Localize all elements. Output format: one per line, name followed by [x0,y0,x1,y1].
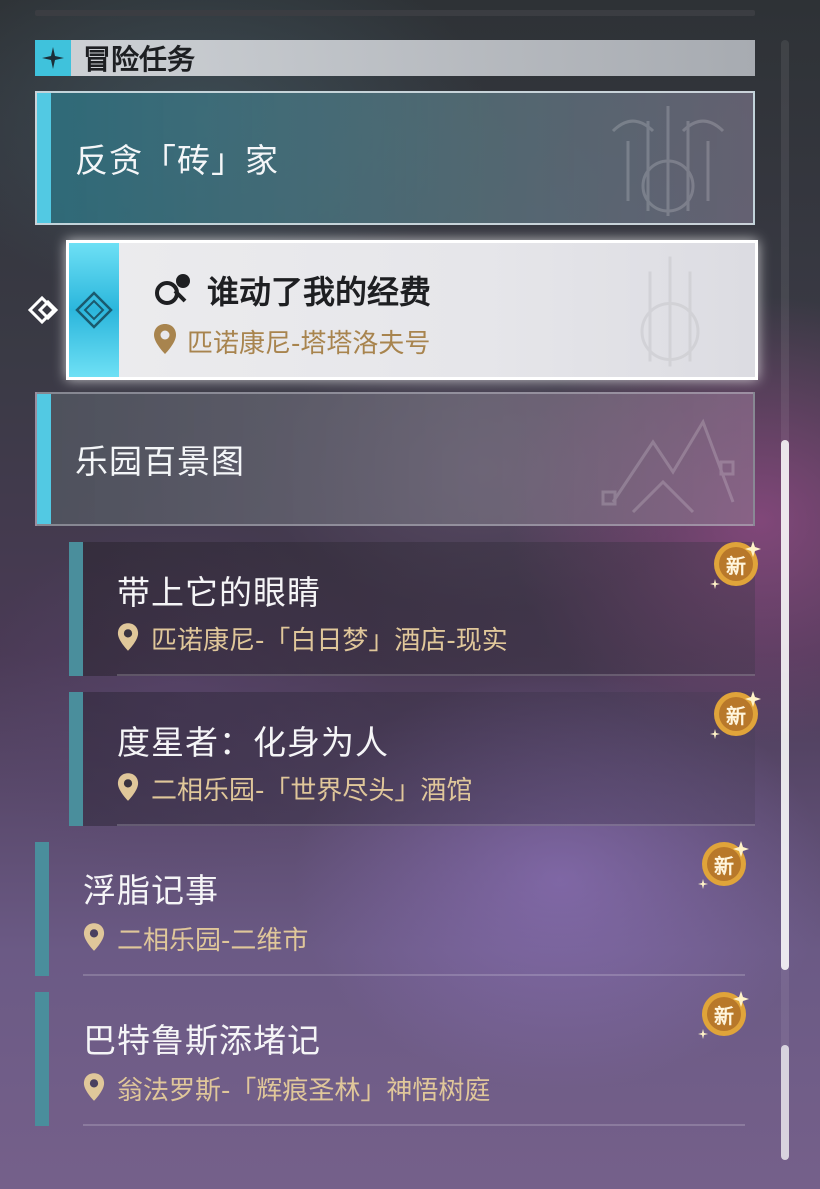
badge-label: 新 [714,1003,734,1028]
category-label: 反贪「砖」家 [75,141,279,180]
quest-item[interactable]: 度星者：化身为人 二相乐园-「世界尽头」酒馆 [69,692,755,826]
location-pin-icon [83,1072,105,1106]
quest-location: 匹诺康尼-「白日梦」酒店-现实 [151,626,508,656]
badge-label: 新 [726,703,746,728]
section-title: 冒险任务 [83,43,196,76]
ornament-icon [640,256,700,367]
quest-location: 二相乐园-「世界尽头」酒馆 [151,776,473,806]
quest-accent-bar [69,542,83,676]
quest-accent-bar [35,842,49,976]
category-row[interactable]: 乐园百景图 [35,392,755,526]
category-accent-bar [37,93,51,223]
quest-item[interactable]: 巴特鲁斯添堵记 翁法罗斯-「辉痕圣林」神悟树庭 [35,992,745,1126]
location-pin-icon [83,922,105,956]
new-badge: 新 [697,837,751,891]
badge-label: 新 [714,853,734,878]
category-accent-bar [37,394,51,524]
quest-title: 巴特鲁斯添堵记 [83,1021,321,1060]
selection-indicator-icon [26,294,66,330]
divider [117,824,755,826]
sparkle-icon [35,40,71,76]
selected-strip [69,243,119,377]
location-pin-icon [117,622,139,656]
quest-item[interactable]: 浮脂记事 二相乐园-二维市 [35,842,745,976]
quest-accent-bar [69,692,83,826]
diamond-icon [75,291,113,329]
location-pin-icon [117,772,139,806]
quest-item[interactable]: 带上它的眼睛 匹诺康尼-「白日梦」酒店-现实 [69,542,755,676]
quest-title: 浮脂记事 [83,871,219,910]
divider [83,974,745,976]
new-badge: 新 [697,987,751,1041]
quest-location: 匹诺康尼-塔塔洛夫号 [187,329,431,359]
ornament-icon [601,418,735,514]
location-pin-icon [153,323,177,359]
quest-location: 二相乐园-二维市 [117,926,309,956]
scrollbar-thumb-lower[interactable] [781,1045,789,1160]
new-badge: 新 [709,537,763,591]
quest-location: 翁法罗斯-「辉痕圣林」神悟树庭 [117,1076,491,1106]
section-header: 冒险任务 [35,40,755,76]
divider [117,674,755,676]
quest-title: 谁动了我的经费 [207,273,432,311]
selected-quest-card[interactable]: 谁动了我的经费 匹诺康尼-塔塔洛夫号 [66,240,758,380]
quest-title: 带上它的眼睛 [117,573,321,612]
quest-accent-bar [35,992,49,1126]
new-badge: 新 [709,687,763,741]
quest-type-icon [155,271,195,311]
badge-label: 新 [726,553,746,578]
category-row[interactable]: 反贪「砖」家 [35,91,755,225]
divider [83,1124,745,1126]
top-divider [35,10,755,16]
category-label: 乐园百景图 [75,442,245,481]
scrollbar-thumb[interactable] [781,440,789,970]
ornament-icon [611,106,725,216]
quest-title: 度星者：化身为人 [117,723,389,762]
